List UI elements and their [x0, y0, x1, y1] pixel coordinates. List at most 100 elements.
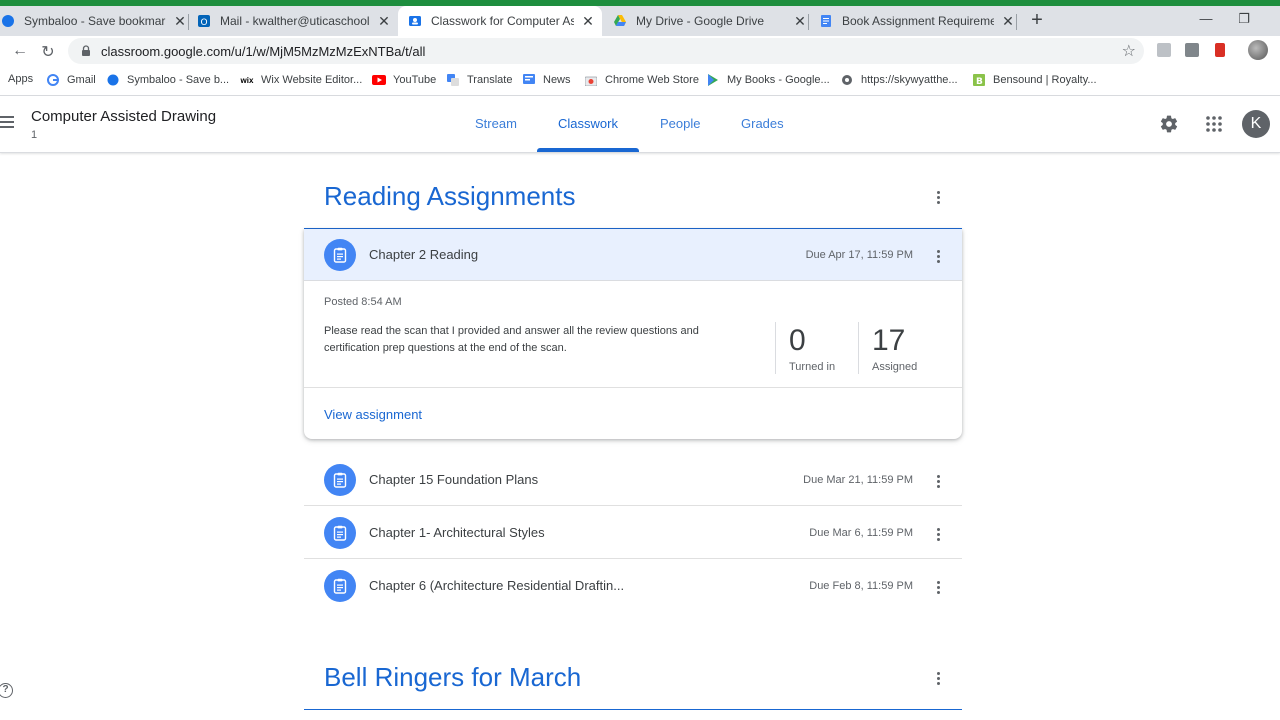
tab-symbaloo[interactable]: Symbaloo - Save bookmarks and ✕ [0, 6, 189, 36]
restore-button[interactable]: ❐ [1234, 11, 1254, 27]
assignment-more-icon[interactable] [930, 527, 946, 542]
assignment-due: Due Apr 17, 11:59 PM [805, 249, 913, 261]
google-icon [46, 73, 60, 87]
close-icon[interactable]: ✕ [580, 13, 596, 30]
assigned-count[interactable]: 17 [872, 324, 905, 358]
google-play-icon [706, 73, 720, 87]
extension-red-icon[interactable] [1215, 43, 1225, 57]
card-divider [304, 387, 962, 388]
back-button[interactable]: ← [10, 42, 30, 60]
url-text: classroom.google.com/u/1/w/MjM5MzMzMzExN… [101, 43, 426, 59]
news-icon [522, 73, 536, 87]
assignment-header[interactable]: Chapter 2 Reading Due Apr 17, 11:59 PM [304, 229, 962, 281]
bookmark-my-books[interactable]: My Books - Google... [706, 73, 830, 87]
tab-title: Book Assignment Requirements [842, 14, 994, 28]
close-icon[interactable]: ✕ [1000, 13, 1016, 30]
settings-gear-icon[interactable] [1157, 112, 1181, 136]
assignment-more-icon[interactable] [930, 249, 946, 264]
view-assignment-link[interactable]: View assignment [324, 407, 422, 422]
bookmark-label: Symbaloo - Save b... [127, 74, 230, 86]
topic-more-icon[interactable] [930, 190, 946, 205]
assignment-due: Due Mar 21, 11:59 PM [803, 474, 913, 486]
bookmark-gmail[interactable]: Gmail [46, 73, 96, 87]
assigned-label: Assigned [872, 361, 918, 373]
stat-divider [775, 322, 776, 374]
bookmark-skywyatt[interactable]: https://skywyatthe... [840, 73, 958, 87]
browser-toolbar: ← ↻ classroom.google.com/u/1/w/MjM5MzMzM… [0, 36, 1280, 66]
youtube-icon [372, 73, 386, 87]
apps-grid-icon[interactable] [1202, 112, 1226, 136]
assignment-icon [324, 570, 356, 602]
account-avatar[interactable]: K [1242, 110, 1270, 138]
class-title[interactable]: Computer Assisted Drawing [31, 108, 216, 125]
classwork-content: Reading Assignments Chapter 2 Reading Du… [0, 153, 1280, 710]
bookmark-wix[interactable]: wix Wix Website Editor... [240, 73, 363, 87]
tab-people[interactable]: People [660, 116, 700, 131]
chrome-web-store-icon [584, 73, 598, 87]
lock-icon [82, 45, 90, 56]
help-icon[interactable]: ? [0, 683, 13, 698]
class-section: 1 [31, 129, 38, 141]
topic-more-icon[interactable] [930, 671, 946, 686]
browser-profile-icon[interactable] [1248, 40, 1268, 60]
tab-classwork[interactable]: Classwork [558, 116, 618, 131]
assignment-title: Chapter 1- Architectural Styles [369, 525, 545, 540]
close-icon[interactable]: ✕ [172, 13, 188, 30]
assignment-more-icon[interactable] [930, 474, 946, 489]
topic-title[interactable]: Bell Ringers for March [324, 662, 581, 693]
assignment-more-icon[interactable] [930, 580, 946, 595]
svg-text:O: O [201, 18, 208, 28]
new-tab-button[interactable]: + [1026, 9, 1048, 32]
globe-icon [840, 73, 854, 87]
tab-title: Symbaloo - Save bookmarks and [24, 14, 166, 28]
bookmark-youtube[interactable]: YouTube [372, 73, 436, 87]
topic-title[interactable]: Reading Assignments [324, 181, 575, 212]
topic-divider [304, 709, 962, 710]
browser-tab-bar: Symbaloo - Save bookmarks and ✕ O Mail -… [0, 6, 1280, 36]
tab-title: Mail - kwalther@uticaschools.org [220, 14, 370, 28]
turned-in-count[interactable]: 0 [789, 324, 806, 358]
bookmark-label: Gmail [67, 74, 96, 86]
tab-separator [808, 14, 809, 30]
google-drive-icon [612, 13, 628, 29]
tab-book-assignment[interactable]: Book Assignment Requirements ✕ [818, 6, 1017, 36]
bookmark-news[interactable]: News [522, 73, 571, 87]
bookmark-apps[interactable]: Apps [8, 73, 33, 85]
bookmark-label: Chrome Web Store [605, 74, 699, 86]
tab-stream[interactable]: Stream [475, 116, 517, 131]
bookmark-star-icon[interactable]: ☆ [1122, 41, 1136, 61]
svg-text:B: B [976, 77, 983, 86]
google-docs-icon [818, 13, 834, 29]
assignment-row[interactable]: Chapter 15 Foundation Plans Due Mar 21, … [304, 453, 962, 506]
reload-button[interactable]: ↻ [38, 42, 58, 62]
assignment-row[interactable]: Chapter 6 (Architecture Residential Draf… [304, 559, 962, 612]
assignment-due: Due Feb 8, 11:59 PM [809, 580, 913, 592]
close-icon[interactable]: ✕ [376, 13, 392, 30]
extension-hs-icon[interactable] [1185, 43, 1199, 57]
bookmark-chrome-web-store[interactable]: Chrome Web Store [584, 73, 699, 87]
tab-separator [1016, 14, 1017, 30]
tab-classwork[interactable]: Classwork for Computer Assisted ✕ [398, 6, 602, 36]
main-menu-icon[interactable] [0, 116, 16, 131]
bookmark-translate[interactable]: Translate [446, 73, 512, 87]
wix-icon: wix [240, 75, 254, 85]
classroom-header: Computer Assisted Drawing 1 Stream Class… [0, 96, 1280, 153]
bookmark-bensound[interactable]: B Bensound | Royalty... [972, 73, 1097, 87]
tab-mail[interactable]: O Mail - kwalther@uticaschools.org ✕ [196, 6, 392, 36]
minimize-button[interactable]: — [1196, 11, 1216, 26]
tab-grades[interactable]: Grades [741, 116, 784, 131]
assignment-icon [324, 464, 356, 496]
address-bar[interactable]: classroom.google.com/u/1/w/MjM5MzMzMzExN… [68, 38, 1144, 64]
bookmark-symbaloo[interactable]: Symbaloo - Save b... [106, 73, 229, 87]
assignment-row[interactable]: Chapter 1- Architectural Styles Due Mar … [304, 506, 962, 559]
extension-k-icon[interactable] [1157, 43, 1171, 57]
tab-separator [188, 14, 189, 30]
bookmark-label: Wix Website Editor... [261, 74, 363, 86]
assignment-title: Chapter 2 Reading [369, 247, 479, 262]
tab-drive[interactable]: My Drive - Google Drive ✕ [612, 6, 809, 36]
assignment-icon [324, 239, 356, 271]
stat-divider [858, 322, 859, 374]
close-icon[interactable]: ✕ [792, 13, 808, 30]
bookmarks-bar: Apps Gmail Symbaloo - Save b... wix Wix W… [0, 66, 1280, 96]
outlook-icon: O [196, 13, 212, 29]
